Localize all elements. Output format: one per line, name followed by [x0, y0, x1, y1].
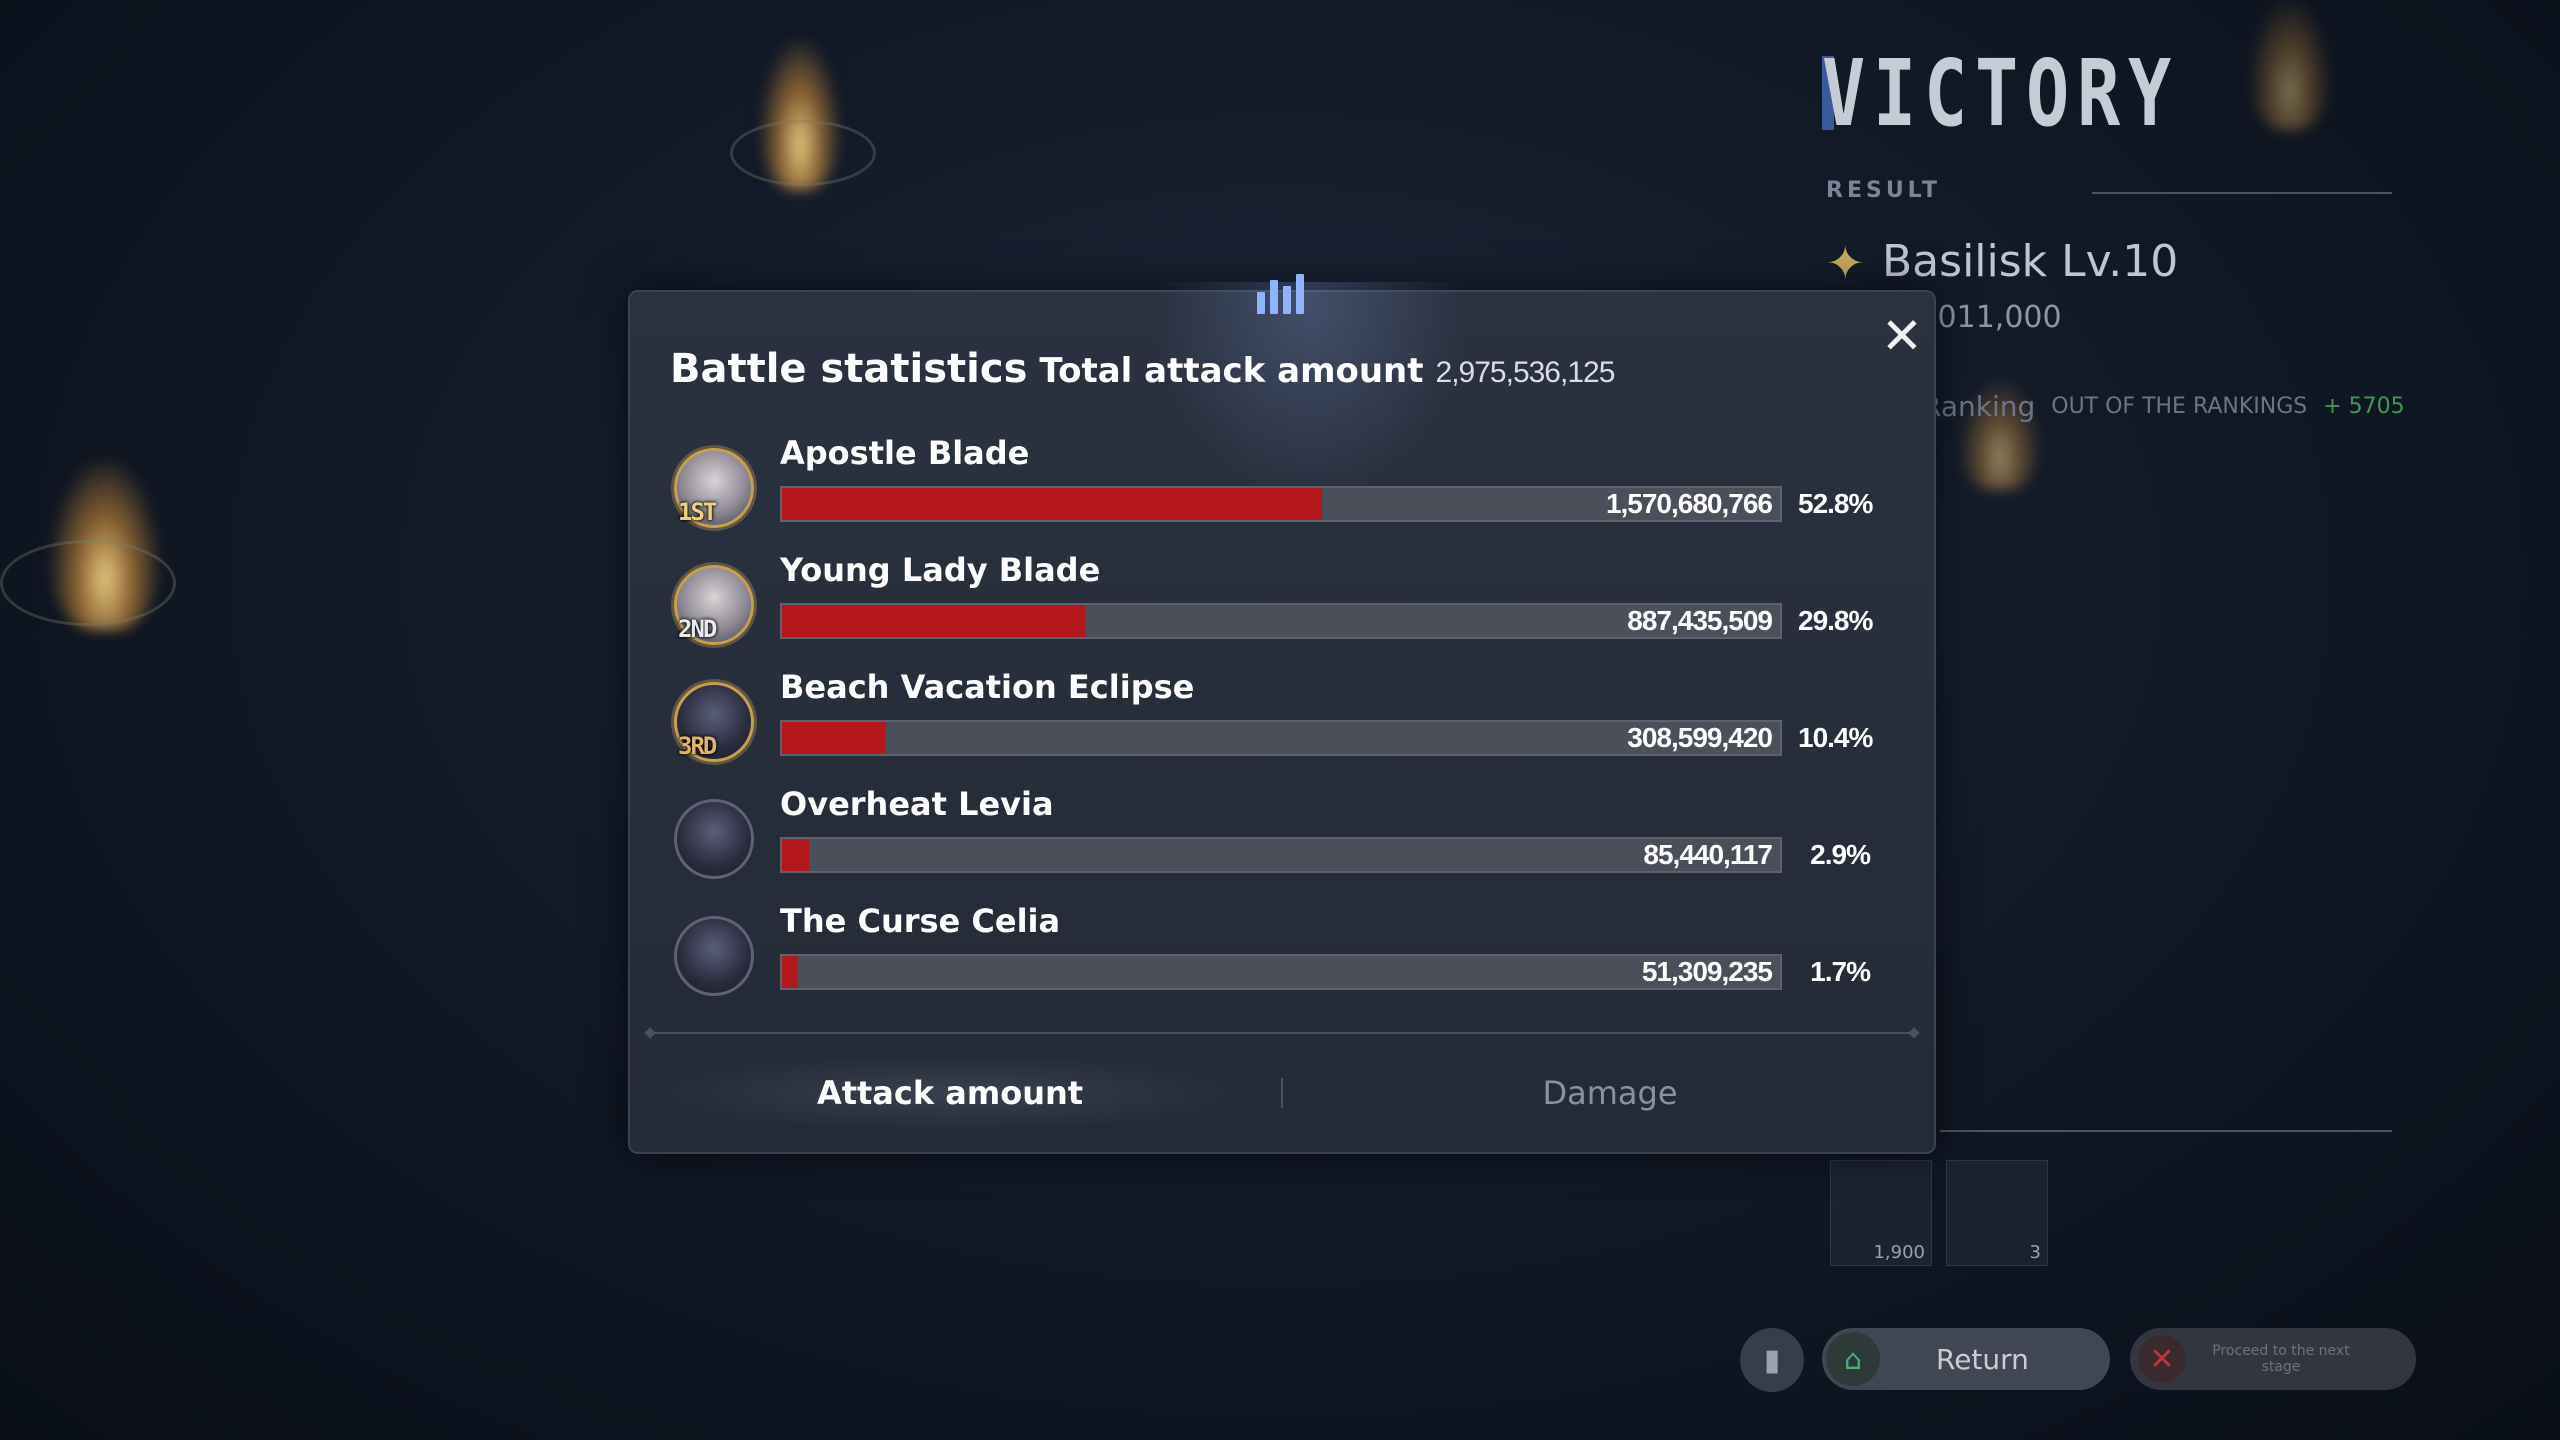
attack-value-label: 887,435,509 — [1627, 605, 1773, 636]
modal-header: Battle statistics Total attack amount 2,… — [670, 346, 1616, 392]
character-name: Overheat Levia — [780, 785, 1054, 823]
character-name: The Curse Celia — [780, 902, 1061, 940]
stats-list: 1ST Apostle Blade 1,570,680,766 52.8% 2ND You… — [674, 434, 1894, 1019]
reward-qty: 1,900 — [1873, 1242, 1925, 1263]
attack-percent-label: 1.7% — [1810, 956, 1871, 987]
return-button[interactable]: ⌂ Return — [1822, 1328, 2110, 1390]
attack-bar-track: 1,570,680,766 — [780, 486, 1782, 522]
total-attack-value: 2,975,536,125 — [1435, 356, 1616, 389]
disabled-x-icon: ✕ — [2138, 1335, 2186, 1383]
ranking-row: Ranking OUT OF THE RANKINGS + 5705 — [1922, 390, 2405, 423]
boss-name: Basilisk Lv.10 — [1882, 236, 2179, 287]
stats-row: 2ND Young Lady Blade 887,435,509 29.8% — [674, 551, 1894, 668]
character-name: Beach Vacation Eclipse — [780, 668, 1195, 706]
stats-button[interactable]: ▮ — [1740, 1328, 1804, 1392]
rewards-divider — [1940, 1130, 2392, 1132]
ranking-points: + 5705 — [2323, 394, 2405, 419]
tab-attack-amount[interactable]: Attack amount — [630, 1050, 1270, 1136]
close-icon: ✕ — [1881, 307, 1923, 365]
character-name: Apostle Blade — [780, 434, 1030, 472]
reward-slot[interactable]: 1,900 — [1830, 1160, 1932, 1266]
result-label: RESULT — [1826, 178, 1942, 203]
attack-value-label: 1,570,680,766 — [1605, 488, 1773, 519]
victory-title: VICTORY — [1822, 40, 2180, 147]
star-icon: ✦ — [1826, 236, 1865, 290]
attack-value-label: 85,440,117 — [1643, 839, 1773, 870]
tab-damage[interactable]: Damage — [1290, 1050, 1930, 1136]
attack-percent-label: 52.8% — [1798, 488, 1873, 519]
character-name: Young Lady Blade — [780, 551, 1101, 589]
boss-hp: ,011,000 — [1928, 300, 2062, 335]
attack-bar-track: 85,440,117 — [780, 837, 1782, 873]
return-label: Return — [1936, 1342, 2029, 1376]
tab-separator — [1281, 1078, 1283, 1108]
bar-chart-icon — [1252, 258, 1308, 314]
attack-bar-track: 887,435,509 — [780, 603, 1782, 639]
brazier-ring — [730, 120, 876, 186]
tabs-divider — [650, 1032, 1914, 1034]
close-button[interactable]: ✕ — [1874, 307, 1930, 365]
reward-qty: 3 — [2029, 1242, 2041, 1263]
attack-percent-label: 10.4% — [1798, 722, 1873, 753]
bar-border — [780, 837, 1782, 873]
stats-row: The Curse Celia 51,309,235 1.7% — [674, 902, 1894, 1019]
proceed-button[interactable]: ✕ Proceed to the next stage — [2130, 1328, 2416, 1390]
home-icon: ⌂ — [1826, 1332, 1880, 1386]
character-avatar — [674, 916, 754, 996]
bar-chart-icon: ▮ — [1763, 1342, 1781, 1378]
ranking-status: OUT OF THE RANKINGS — [2051, 394, 2308, 419]
ranking-label: Ranking — [1922, 390, 2036, 423]
attack-percent-label: 2.9% — [1810, 839, 1871, 870]
attack-value-label: 308,599,420 — [1627, 722, 1773, 753]
proceed-label: Proceed to the next stage — [2212, 1343, 2350, 1375]
stats-row: Overheat Levia 85,440,117 2.9% — [674, 785, 1894, 902]
attack-value-label: 51,309,235 — [1641, 956, 1773, 987]
flame-decoration — [2250, 0, 2330, 130]
battle-statistics-modal: ✕ Battle statistics Total attack amount … — [628, 274, 1936, 1154]
bar-border — [780, 954, 1782, 990]
total-attack-label: Total attack amount — [1039, 351, 1424, 391]
stats-row: 3RD Beach Vacation Eclipse 308,599,420 10.4… — [674, 668, 1894, 785]
rank-badge: 3RD — [678, 732, 717, 760]
reward-slot[interactable]: 3 — [1946, 1160, 2048, 1266]
brazier-ring — [0, 540, 176, 626]
attack-bar-track: 308,599,420 — [780, 720, 1782, 756]
result-divider — [2092, 192, 2392, 194]
attack-percent-label: 29.8% — [1798, 605, 1873, 636]
attack-bar-track: 51,309,235 — [780, 954, 1782, 990]
stats-row: 1ST Apostle Blade 1,570,680,766 52.8% — [674, 434, 1894, 551]
rank-badge: 1ST — [678, 498, 717, 526]
rank-badge: 2ND — [678, 615, 717, 643]
modal-title: Battle statistics — [670, 346, 1028, 392]
character-avatar — [674, 799, 754, 879]
